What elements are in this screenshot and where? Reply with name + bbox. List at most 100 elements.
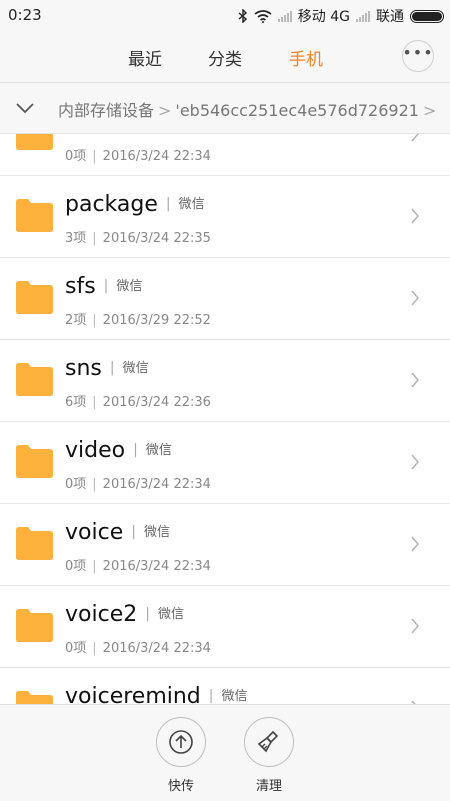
folder-icon [16,199,53,232]
share-label: 快传 [167,779,194,794]
file-name: sns [65,356,102,381]
file-row[interactable]: video | 微信 0项 | 2016/3/24 22:34 [0,422,450,504]
file-source: 微信 [221,689,248,704]
file-name: sfs [65,274,96,299]
upload-icon [169,730,193,754]
file-row[interactable]: voice | 微信 0项 | 2016/3/24 22:34 [0,504,450,586]
file-meta: 0项 | 2016/3/24 22:34 [65,145,211,164]
file-date: 2016/3/24 22:34 [102,149,211,164]
folder-icon [16,609,53,642]
share-circle [156,717,206,767]
chevron-right-icon [411,618,420,634]
file-list: | 微信 0项 | 2016/3/24 22:34 package | 微信 3项 | 201… [0,134,450,704]
meta-separator: | [92,231,97,246]
source-separator: | [103,278,109,294]
clean-button[interactable]: 清理 [242,717,296,794]
meta-separator: | [92,395,97,410]
chevron-down-icon[interactable] [14,98,36,118]
file-row[interactable]: sfs | 微信 2项 | 2016/3/29 22:52 [0,258,450,340]
meta-separator: | [92,559,97,574]
breadcrumb-path: 内部存储设备 >'eb546cc251ec4e576d726921 > [58,97,440,121]
bluetooth-icon [238,9,247,23]
file-name-line: voiceremind | 微信 [65,684,248,704]
chevron-right-icon [411,134,420,142]
file-name: voiceremind [65,684,201,704]
source-separator: | [131,524,136,540]
file-source: 微信 [143,525,170,540]
battery-icon [410,9,444,23]
source-separator: | [208,688,214,704]
item-count: 2项 [65,313,87,328]
file-name-line: voice | 微信 [65,520,170,545]
breadcrumb-root[interactable]: 内部存储设备 [58,101,154,120]
file-date: 2016/3/24 22:34 [102,477,211,492]
wifi-icon [254,9,272,23]
item-count: 0项 [65,559,87,574]
file-date: 2016/3/24 22:36 [102,395,211,410]
file-name: voice [65,520,124,545]
folder-icon [16,134,53,150]
meta-separator: | [92,149,97,164]
item-count: 0项 [65,641,87,656]
chevron-right-icon [411,454,420,470]
file-row[interactable]: sns | 微信 6项 | 2016/3/24 22:36 [0,340,450,422]
item-count: 3项 [65,231,87,246]
status-icons: 移动 4G 联通 [238,6,444,26]
folder-icon [16,691,53,704]
chevron-right-icon [411,536,420,552]
folder-icon [16,527,53,560]
meta-separator: | [92,641,97,656]
breadcrumb-current[interactable]: 'eb546cc251ec4e576d726921 [175,101,419,120]
folder-icon [16,445,53,478]
item-count: 0项 [65,477,87,492]
file-name-line: video | 微信 [65,438,172,463]
file-row[interactable]: voiceremind | 微信 | [0,668,450,704]
file-source: 微信 [122,361,149,376]
source-separator: | [133,442,138,458]
signal-icon [277,10,292,22]
signal-icon-2 [356,10,370,22]
tab-bar: 最近 分类 手机 ••• [0,32,450,83]
file-row[interactable]: |微信 0项|2016/3/24 22:34 [0,134,450,176]
file-name-line: sns | 微信 [65,356,149,381]
share-button[interactable]: 快传 [154,717,208,794]
breadcrumb-separator-end: > [422,101,437,120]
folder-icon [16,281,53,314]
item-count: 6项 [65,395,87,410]
file-meta: 3项 | 2016/3/24 22:35 [65,227,211,246]
tab-recent[interactable]: 最近 [128,45,162,70]
source-separator: | [165,196,171,212]
carrier-1: 移动 4G [297,9,350,25]
meta-separator: | [92,313,97,328]
file-row[interactable]: package | 微信 3项 | 2016/3/24 22:35 [0,176,450,258]
chevron-right-icon [411,372,420,388]
file-row[interactable]: voice2 | 微信 0项 | 2016/3/24 22:34 [0,586,450,668]
meta-separator: | [92,477,97,492]
file-date: 2016/3/24 22:34 [102,641,211,656]
chevron-right-icon [411,290,420,306]
folder-icon [16,363,53,396]
item-count: 0项 [65,149,87,164]
file-meta: 6项 | 2016/3/24 22:36 [65,391,211,410]
broom-icon [257,730,279,753]
bottom-bar: 快传 清理 [0,704,450,801]
file-source: 微信 [157,607,184,622]
source-separator: | [145,606,150,622]
file-meta: 0项 | 2016/3/24 22:34 [65,555,211,574]
file-name: video [65,438,126,463]
file-name-line: voice2 | 微信 [65,602,184,627]
breadcrumb-separator: > [158,101,172,120]
file-source: 微信 [178,197,205,212]
tab-category[interactable]: 分类 [208,45,242,70]
file-name-line: package | 微信 [65,192,205,217]
clean-circle [244,717,294,767]
tab-phone[interactable]: 手机 [289,45,323,70]
file-meta: 0项 | 2016/3/24 22:34 [65,473,211,492]
file-date: 2016/3/24 22:34 [102,559,211,574]
file-meta: 2项 | 2016/3/29 22:52 [65,309,211,328]
file-date: 2016/3/24 22:35 [102,231,211,246]
more-button[interactable]: ••• [402,40,434,72]
file-source: 微信 [116,279,143,294]
file-date: 2016/3/29 22:52 [102,313,211,328]
source-separator: | [109,360,115,376]
